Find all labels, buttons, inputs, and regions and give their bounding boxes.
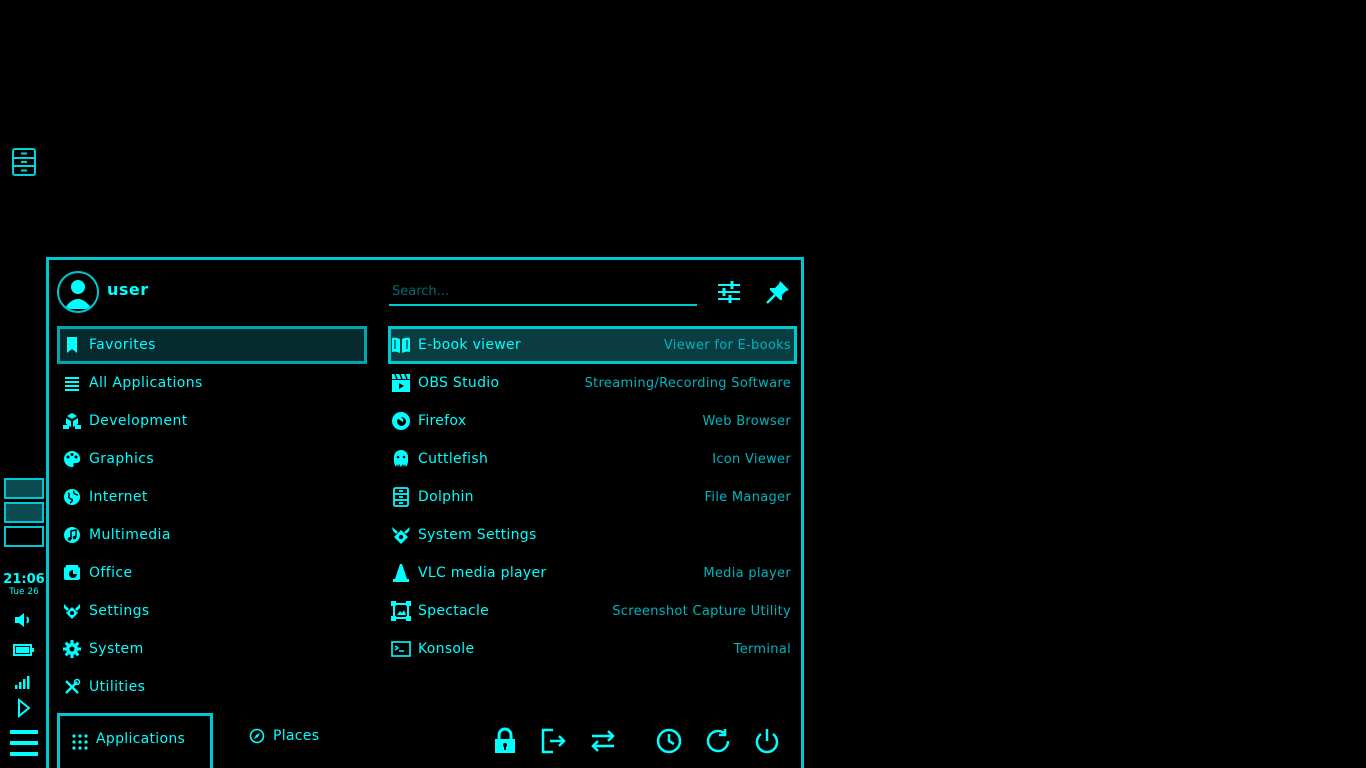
virtual-desktop-2[interactable] [4, 502, 44, 523]
app-ebook-viewer[interactable]: E-book viewer Viewer for E-books [388, 326, 797, 364]
category-label: Office [89, 565, 133, 581]
network-icon[interactable] [14, 674, 30, 690]
category-office[interactable]: Office [57, 554, 367, 592]
sleep-icon[interactable] [655, 727, 683, 755]
list-icon [63, 374, 81, 392]
app-name: Konsole [418, 641, 475, 657]
book-icon [391, 335, 411, 355]
app-name: Dolphin [418, 489, 474, 505]
virtual-desktop-3[interactable] [4, 526, 44, 547]
music-icon [63, 526, 81, 544]
category-label: Internet [89, 489, 148, 505]
app-dolphin[interactable]: Dolphin File Manager [388, 478, 797, 516]
globe-icon [63, 488, 81, 506]
category-label: Development [89, 413, 188, 429]
app-name: System Settings [418, 527, 537, 543]
app-name: Spectacle [418, 603, 490, 619]
terminal-icon [391, 639, 411, 659]
file-cabinet-icon[interactable] [11, 147, 37, 177]
app-name: OBS Studio [418, 375, 500, 391]
category-label: All Applications [89, 375, 203, 391]
clock-date[interactable]: Tue 26 [0, 587, 48, 597]
category-internet[interactable]: Internet [57, 478, 367, 516]
category-graphics[interactable]: Graphics [57, 440, 367, 478]
app-description: Streaming/Recording Software [584, 375, 791, 391]
logout-icon[interactable] [539, 727, 567, 755]
palette-icon [63, 450, 81, 468]
office-icon [63, 564, 81, 582]
compass-icon [249, 728, 265, 744]
category-label: Multimedia [89, 527, 171, 543]
app-firefox[interactable]: Firefox Web Browser [388, 402, 797, 440]
category-multimedia[interactable]: Multimedia [57, 516, 367, 554]
avatar[interactable] [57, 271, 99, 313]
app-name: E-book viewer [418, 337, 521, 353]
clapperboard-icon [391, 373, 411, 393]
category-label: Utilities [89, 679, 146, 695]
app-name: Firefox [418, 413, 467, 429]
app-cuttlefish[interactable]: Cuttlefish Icon Viewer [388, 440, 797, 478]
switch-user-icon[interactable] [589, 727, 617, 755]
volume-icon[interactable] [13, 611, 33, 629]
app-spectacle[interactable]: Spectacle Screenshot Capture Utility [388, 592, 797, 630]
app-description: Viewer for E-books [663, 337, 791, 353]
traffic-cone-icon [391, 563, 411, 583]
category-label: Favorites [89, 337, 156, 353]
tab-applications[interactable]: Applications [57, 713, 213, 768]
shutdown-icon[interactable] [753, 727, 781, 755]
app-vlc-media-player[interactable]: VLC media player Media player [388, 554, 797, 592]
category-utilities[interactable]: Utilities [57, 668, 367, 706]
expand-tray-icon[interactable] [17, 698, 31, 718]
app-description: Icon Viewer [712, 451, 791, 467]
app-system-settings[interactable]: System Settings [388, 516, 797, 554]
grid-icon [71, 733, 89, 751]
app-name: VLC media player [418, 565, 547, 581]
category-favorites[interactable]: Favorites [57, 326, 367, 364]
settings-icon [63, 602, 81, 620]
category-label: Settings [89, 603, 150, 619]
screenshot-icon [391, 601, 411, 621]
tab-places[interactable]: Places [249, 728, 319, 744]
pin-icon[interactable] [765, 279, 791, 305]
restart-icon[interactable] [704, 727, 732, 755]
search-input[interactable] [389, 278, 697, 306]
app-description: Media player [703, 565, 791, 581]
lock-icon[interactable] [491, 727, 519, 755]
username: user [107, 280, 149, 299]
clock-time[interactable]: 21:06 [0, 572, 48, 587]
category-all-applications[interactable]: All Applications [57, 364, 367, 402]
category-settings[interactable]: Settings [57, 592, 367, 630]
gear-icon [63, 640, 81, 658]
category-label: System [89, 641, 144, 657]
category-label: Graphics [89, 451, 155, 467]
app-description: File Manager [704, 489, 791, 505]
cuttlefish-icon [391, 449, 411, 469]
app-konsole[interactable]: Konsole Terminal [388, 630, 797, 668]
firefox-icon [391, 411, 411, 431]
category-system[interactable]: System [57, 630, 367, 668]
application-launcher: user Favorites All Applications Developm… [46, 257, 804, 768]
app-description: Terminal [733, 641, 791, 657]
tools-icon [63, 678, 81, 696]
hamburger-menu-icon[interactable] [9, 728, 39, 758]
virtual-desktop-1[interactable] [4, 478, 44, 499]
bookmark-icon [63, 336, 81, 354]
tab-label: Places [273, 728, 320, 744]
app-obs-studio[interactable]: OBS Studio Streaming/Recording Software [388, 364, 797, 402]
code-cubes-icon [63, 412, 81, 430]
tab-label: Applications [96, 731, 186, 747]
filter-settings-icon[interactable] [716, 279, 742, 305]
category-development[interactable]: Development [57, 402, 367, 440]
app-description: Screenshot Capture Utility [612, 603, 791, 619]
file-cabinet-icon [391, 487, 411, 507]
settings-icon [391, 525, 411, 545]
battery-icon[interactable] [13, 644, 35, 656]
app-name: Cuttlefish [418, 451, 489, 467]
app-description: Web Browser [702, 413, 791, 429]
